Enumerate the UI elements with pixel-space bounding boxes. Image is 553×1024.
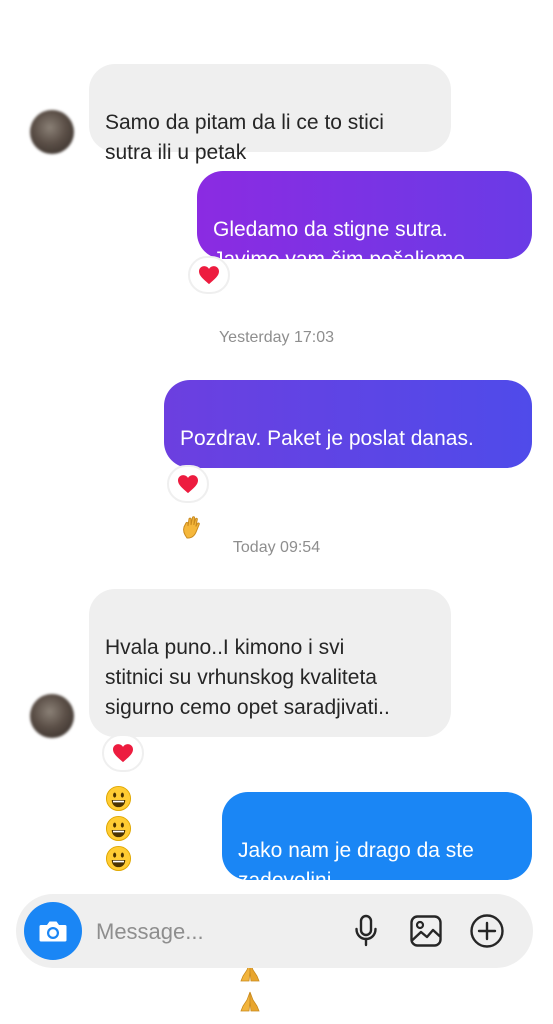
heart-reaction[interactable] <box>188 256 230 294</box>
grinning-face-icon <box>105 845 132 871</box>
gallery-icon <box>410 915 442 947</box>
timestamp: Today 09:54 <box>232 539 321 556</box>
heart-reaction[interactable] <box>167 465 209 503</box>
timestamp: Yesterday 17:03 <box>218 329 335 346</box>
folded-hands-icon <box>240 992 260 1012</box>
outgoing-message-bubble[interactable]: Gledamo da stigne sutra. Javimo vam čim … <box>197 171 532 271</box>
incoming-message-bubble[interactable]: Samo da pitam da li ce to stici sutra il… <box>89 64 451 164</box>
microphone-icon <box>355 914 377 947</box>
outgoing-message-bubble[interactable]: Jako nam je drago da ste zadovoljni <box>222 792 532 1012</box>
camera-icon <box>39 921 67 942</box>
message-text: Pozdrav. Paket je poslat danas. <box>180 427 474 450</box>
heart-icon <box>113 744 133 763</box>
message-text: Samo da pitam da li ce to stici sutra il… <box>105 111 384 164</box>
grinning-face-icon <box>105 815 132 841</box>
message-text: Hvala puno..I kimono i svi stitnici su v… <box>105 636 390 719</box>
heart-reaction[interactable] <box>102 734 144 772</box>
heart-icon <box>178 475 198 494</box>
message-composer <box>16 894 533 968</box>
heart-icon <box>199 266 219 285</box>
camera-button[interactable] <box>24 902 82 960</box>
grinning-face-emojis <box>105 785 132 871</box>
grinning-face-icon <box>105 785 132 811</box>
more-options-button[interactable] <box>467 911 507 951</box>
plus-circle-icon <box>470 914 504 948</box>
incoming-message-bubble[interactable]: Hvala puno..I kimono i svi stitnici su v… <box>89 589 451 871</box>
contact-avatar[interactable] <box>30 110 74 154</box>
contact-avatar[interactable] <box>30 694 74 738</box>
message-text: Jako nam je drago da ste zadovoljni <box>238 839 474 892</box>
voice-message-button[interactable] <box>346 911 386 951</box>
message-text: Gledamo da stigne sutra. Javimo vam čim … <box>213 218 471 271</box>
gallery-button[interactable] <box>406 911 446 951</box>
message-input[interactable] <box>94 914 348 950</box>
outgoing-message-bubble[interactable]: Pozdrav. Paket je poslat danas. <box>164 380 532 539</box>
